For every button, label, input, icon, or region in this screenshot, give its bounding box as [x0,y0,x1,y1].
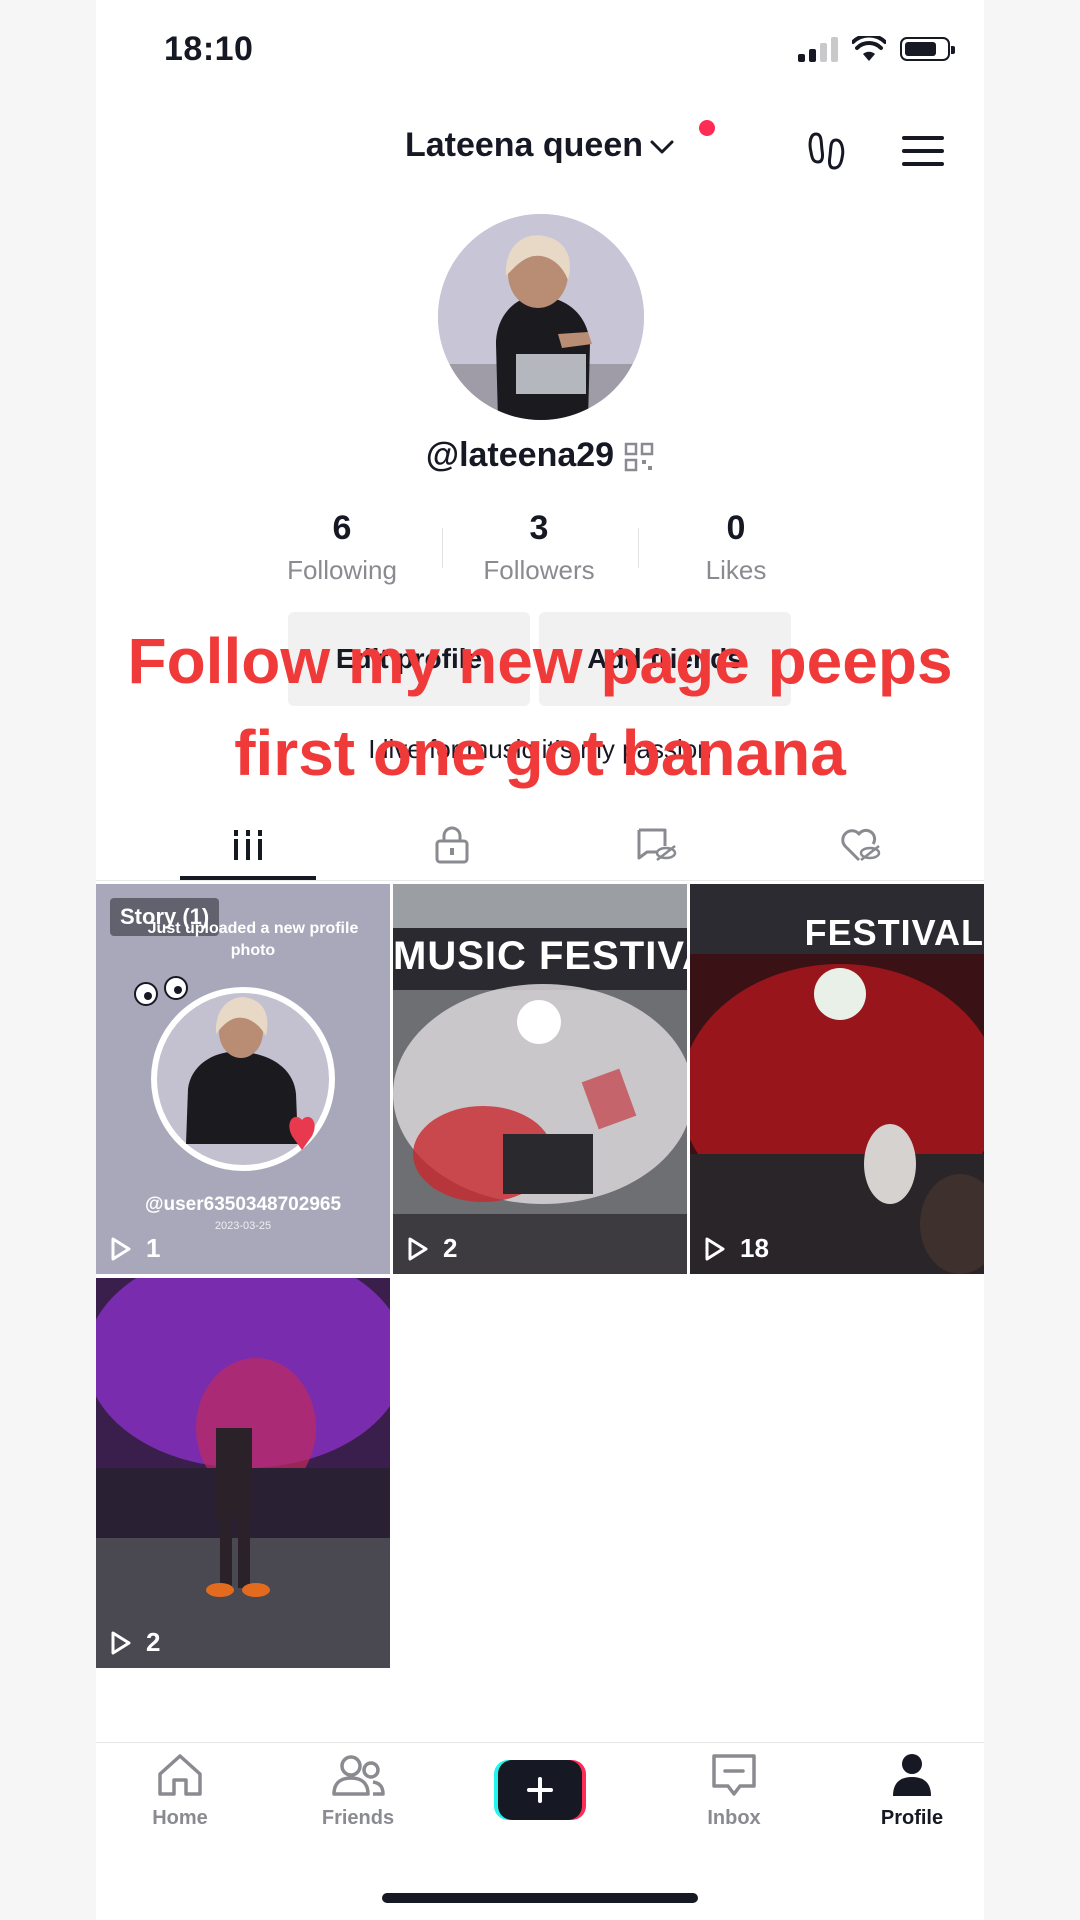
profile-screen: 18:10 Lateena queen @lateena29 6 Followi… [96,0,984,1920]
stat-likes[interactable]: 0 Likes [636,506,836,590]
nav-inbox[interactable]: Inbox [654,1752,814,1830]
profile-icon [893,1754,931,1796]
liked-hidden-icon [841,828,881,862]
create-video-button[interactable] [494,1760,586,1820]
profile-username[interactable]: @lateena29 [96,436,984,475]
nav-inbox-label: Inbox [707,1807,761,1829]
video-tile[interactable]: MUSIC FESTIVAL 2 [393,884,687,1274]
avatar-photo [438,214,644,420]
story-text: Just uploaded a new profile photo [147,920,359,959]
tab-private[interactable] [352,812,552,878]
tab-liked[interactable] [760,812,960,878]
play-icon [705,1237,725,1260]
banner-text: MUSIC FESTIVAL [393,934,687,978]
nav-profile[interactable]: Profile [832,1752,984,1830]
view-count: 2 [110,1627,160,1658]
nav-friends[interactable]: Friends [278,1752,438,1830]
menu-icon[interactable] [902,134,944,168]
friends-icon [332,1755,385,1796]
profile-bio: I live for music it’s my passion [368,734,712,764]
video-tile-story[interactable]: Story (1) Just uploaded a new profile ph… [96,884,390,1274]
wifi-icon [852,36,886,61]
add-friends-button[interactable]: Add friends [539,612,791,706]
cellular-signal-icon [798,36,838,62]
chevron-down-icon [650,140,674,154]
video-thumbnail [96,1278,390,1668]
home-indicator [382,1893,698,1903]
tab-reposts[interactable] [556,812,756,878]
notification-dot [699,120,715,136]
footprint-icon[interactable] [806,128,852,174]
view-count-value: 18 [740,1233,769,1263]
play-icon [111,1237,131,1260]
likes-count: 0 [726,509,746,547]
nav-home-label: Home [152,1807,208,1829]
play-icon [111,1631,131,1654]
status-icons [798,36,955,62]
banner-text: FESTIVAL [804,912,984,953]
view-count: 18 [704,1233,769,1264]
grid-icon [231,830,265,860]
stat-followers[interactable]: 3 Followers [439,506,639,590]
story-handle: @user6350348702965 [144,1194,342,1215]
lock-icon [435,826,469,864]
likes-label: Likes [705,555,767,585]
view-count: 2 [407,1233,457,1264]
qr-code-icon[interactable] [624,442,654,472]
nav-home[interactable]: Home [100,1752,260,1830]
hidden-posts-icon [637,828,677,861]
stat-following[interactable]: 6 Following [242,506,442,590]
bottom-nav-divider [96,1742,984,1743]
nav-profile-label: Profile [880,1807,944,1829]
view-count-value: 1 [146,1233,161,1263]
status-time: 18:10 [164,30,254,68]
battery-icon [900,37,955,61]
home-icon [158,1754,202,1796]
tabs-divider [96,880,984,881]
username-text: @lateena29 [425,436,615,474]
video-tile[interactable]: 2 [96,1278,390,1668]
view-count-value: 2 [443,1233,458,1263]
view-count: 1 [110,1233,160,1264]
edit-profile-button[interactable]: Edit profile [288,612,530,706]
view-count-value: 2 [146,1627,161,1657]
play-icon [408,1237,428,1260]
avatar[interactable] [438,214,644,420]
following-label: Following [287,555,397,585]
nav-friends-label: Friends [321,1807,395,1829]
video-tile[interactable]: FESTIVAL 18 [690,884,984,1274]
story-date: 2023-03-25 [214,1220,272,1232]
tab-videos[interactable] [148,812,348,878]
followers-count: 3 [529,509,549,547]
inbox-icon [712,1754,756,1796]
account-name: Lateena queen [404,126,644,164]
followers-label: Followers [483,555,595,585]
following-count: 6 [332,509,352,547]
